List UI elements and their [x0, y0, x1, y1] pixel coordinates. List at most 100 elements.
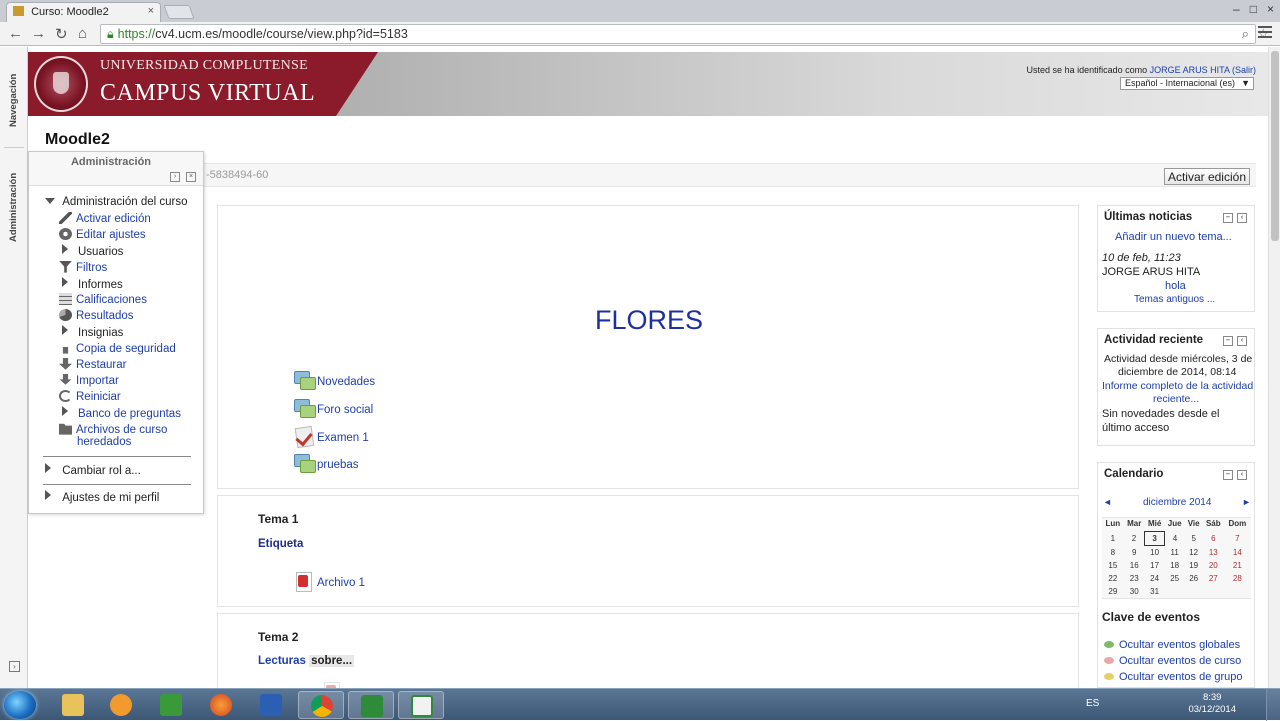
calendar-day[interactable]: 21	[1224, 559, 1250, 572]
admin-item-label[interactable]: Banco de preguntas	[78, 408, 181, 420]
page-scrollbar[interactable]	[1268, 47, 1280, 688]
admin-item-usuarios[interactable]: Usuarios	[59, 244, 123, 258]
browser-tab[interactable]: Curso: Moodle2 ×	[6, 2, 161, 22]
activity-item[interactable]: Examen 1	[294, 427, 369, 445]
reload-icon[interactable]: ↻	[55, 25, 68, 43]
readings-link[interactable]: Lecturas	[258, 655, 306, 667]
scrollbar-thumb[interactable]	[1271, 51, 1279, 241]
start-button[interactable]	[4, 691, 36, 719]
calendar-day[interactable]: 10	[1145, 546, 1165, 560]
prev-month-icon[interactable]: ◄	[1103, 497, 1112, 507]
calendar-day[interactable]: 11	[1164, 546, 1184, 560]
event-toggle[interactable]: Ocultar eventos de curso	[1104, 655, 1241, 667]
calendar-day[interactable]: 25	[1164, 572, 1184, 585]
calendar-day[interactable]: 6	[1202, 532, 1224, 546]
dock-block-icon[interactable]: ‹	[1237, 336, 1247, 346]
event-toggle-link[interactable]: Ocultar eventos de grupo	[1119, 671, 1243, 683]
calendar-day[interactable]: 3	[1144, 531, 1165, 546]
taskbar-camtasia[interactable]	[148, 691, 194, 719]
calendar-day[interactable]: 24	[1145, 572, 1165, 585]
admin-item-label[interactable]: Calificaciones	[76, 294, 147, 306]
calendar-day[interactable]: 28	[1224, 572, 1250, 585]
activity-link[interactable]: Examen 1	[317, 432, 369, 444]
minimize-icon[interactable]: –	[1233, 2, 1240, 16]
calendar-day[interactable]: 14	[1224, 546, 1250, 560]
switch-role-node[interactable]: Cambiar rol a...	[45, 463, 141, 477]
admin-item-banco-de-preguntas[interactable]: Banco de preguntas	[59, 406, 181, 420]
close-window-icon[interactable]: ×	[1267, 2, 1274, 16]
dock-block-icon[interactable]: ‹	[1237, 470, 1247, 480]
admin-item-label[interactable]: Editar ajustes	[76, 229, 146, 241]
undock-block-icon[interactable]: ×	[186, 172, 196, 182]
admin-item-label[interactable]: Restaurar	[76, 359, 127, 371]
taskbar-explorer[interactable]	[50, 691, 96, 719]
calendar-day[interactable]: 9	[1124, 546, 1145, 560]
taskbar-media-player[interactable]	[98, 691, 144, 719]
user-logout-link[interactable]: JORGE ARUS HITA (Salir)	[1150, 65, 1256, 75]
browser-menu-icon[interactable]	[1258, 26, 1272, 41]
profile-settings-node[interactable]: Ajustes de mi perfil	[45, 490, 159, 504]
event-toggle-link[interactable]: Ocultar eventos de curso	[1119, 655, 1241, 667]
dock-expand-icon[interactable]: ›	[9, 661, 20, 672]
admin-item-restaurar[interactable]: Restaurar	[59, 357, 127, 371]
taskbar-firefox[interactable]	[198, 691, 244, 719]
calendar-day[interactable]: 1	[1102, 532, 1124, 546]
tab-close-icon[interactable]: ×	[148, 5, 154, 17]
admin-item-label[interactable]: Activar edición	[76, 213, 151, 225]
taskbar-word[interactable]	[248, 691, 294, 719]
maximize-icon[interactable]: □	[1250, 2, 1257, 16]
post-link[interactable]: hola	[1165, 280, 1186, 292]
calendar-day[interactable]: 18	[1164, 559, 1184, 572]
full-report-link[interactable]: Informe completo de la actividad	[1102, 380, 1253, 392]
calendar-day[interactable]: 8	[1102, 546, 1124, 560]
breadcrumb[interactable]: -5838494-60	[206, 169, 268, 181]
activity-item[interactable]: Foro social	[294, 399, 373, 418]
dock-block-icon[interactable]: ‹	[1237, 213, 1247, 223]
collapse-icon[interactable]: –	[1223, 336, 1233, 346]
taskbar-camtasia-2[interactable]	[348, 691, 394, 719]
taskbar-chrome[interactable]	[298, 691, 344, 719]
older-topics-link[interactable]: Temas antiguos ...	[1134, 294, 1215, 305]
calendar-day[interactable]: 27	[1202, 572, 1224, 585]
activity-link[interactable]: Archivo 1	[317, 577, 365, 589]
turn-editing-on-button[interactable]: Activar edición	[1163, 168, 1250, 185]
event-toggle[interactable]: Ocultar eventos globales	[1104, 639, 1240, 651]
calendar-day[interactable]: 12	[1185, 546, 1203, 560]
address-bar[interactable]: 🔒︎ https://cv4.ucm.es/moodle/course/view.…	[100, 24, 1269, 44]
calendar-day[interactable]: 20	[1202, 559, 1224, 572]
calendar-day[interactable]: 5	[1185, 532, 1203, 546]
calendar-day[interactable]: 19	[1185, 559, 1203, 572]
admin-item-editar-ajustes[interactable]: Editar ajustes	[59, 228, 146, 241]
next-month-icon[interactable]: ►	[1242, 497, 1251, 507]
calendar-day[interactable]: 30	[1124, 585, 1145, 598]
activity-item[interactable]: Archivo 1	[294, 572, 365, 592]
event-toggle-link[interactable]: Ocultar eventos globales	[1119, 639, 1240, 651]
course-admin-node[interactable]: Administración del curso	[45, 196, 187, 208]
event-toggle[interactable]: Ocultar eventos de grupo	[1104, 671, 1243, 683]
admin-item-calificaciones[interactable]: Calificaciones	[59, 293, 147, 306]
language-select[interactable]: Español - Internacional (es) ▼	[1120, 77, 1254, 90]
full-report-link-cont[interactable]: reciente...	[1153, 393, 1199, 405]
back-icon[interactable]: ←	[8, 25, 23, 42]
calendar-day[interactable]: 31	[1145, 585, 1165, 598]
admin-item-copia-de-seguridad[interactable]: Copia de seguridad	[59, 341, 176, 355]
activity-link[interactable]: pruebas	[317, 459, 359, 471]
admin-item-activar-edici-n[interactable]: Activar edición	[59, 212, 151, 225]
home-icon[interactable]: ⌂	[78, 25, 87, 42]
calendar-day[interactable]: 29	[1102, 585, 1124, 598]
calendar-day[interactable]: 13	[1202, 546, 1224, 560]
collapse-icon[interactable]: –	[1223, 470, 1233, 480]
clock[interactable]: 8:39 03/12/2014	[1188, 692, 1236, 716]
activity-item[interactable]: pruebas	[294, 454, 359, 473]
search-icon[interactable]: ⌕	[1242, 26, 1249, 42]
admin-item-filtros[interactable]: Filtros	[59, 260, 107, 274]
calendar-day[interactable]: 26	[1185, 572, 1203, 585]
admin-item-label[interactable]: Archivos de curso	[76, 424, 167, 436]
calendar-day[interactable]: 22	[1102, 572, 1124, 585]
new-tab-button[interactable]	[163, 5, 195, 19]
admin-item-resultados[interactable]: Resultados	[59, 309, 134, 322]
activity-item[interactable]: Novedades	[294, 371, 375, 390]
activity-link[interactable]: Foro social	[317, 404, 373, 416]
admin-item-label[interactable]: Resultados	[76, 310, 134, 322]
admin-item-label[interactable]: Copia de seguridad	[76, 343, 176, 355]
